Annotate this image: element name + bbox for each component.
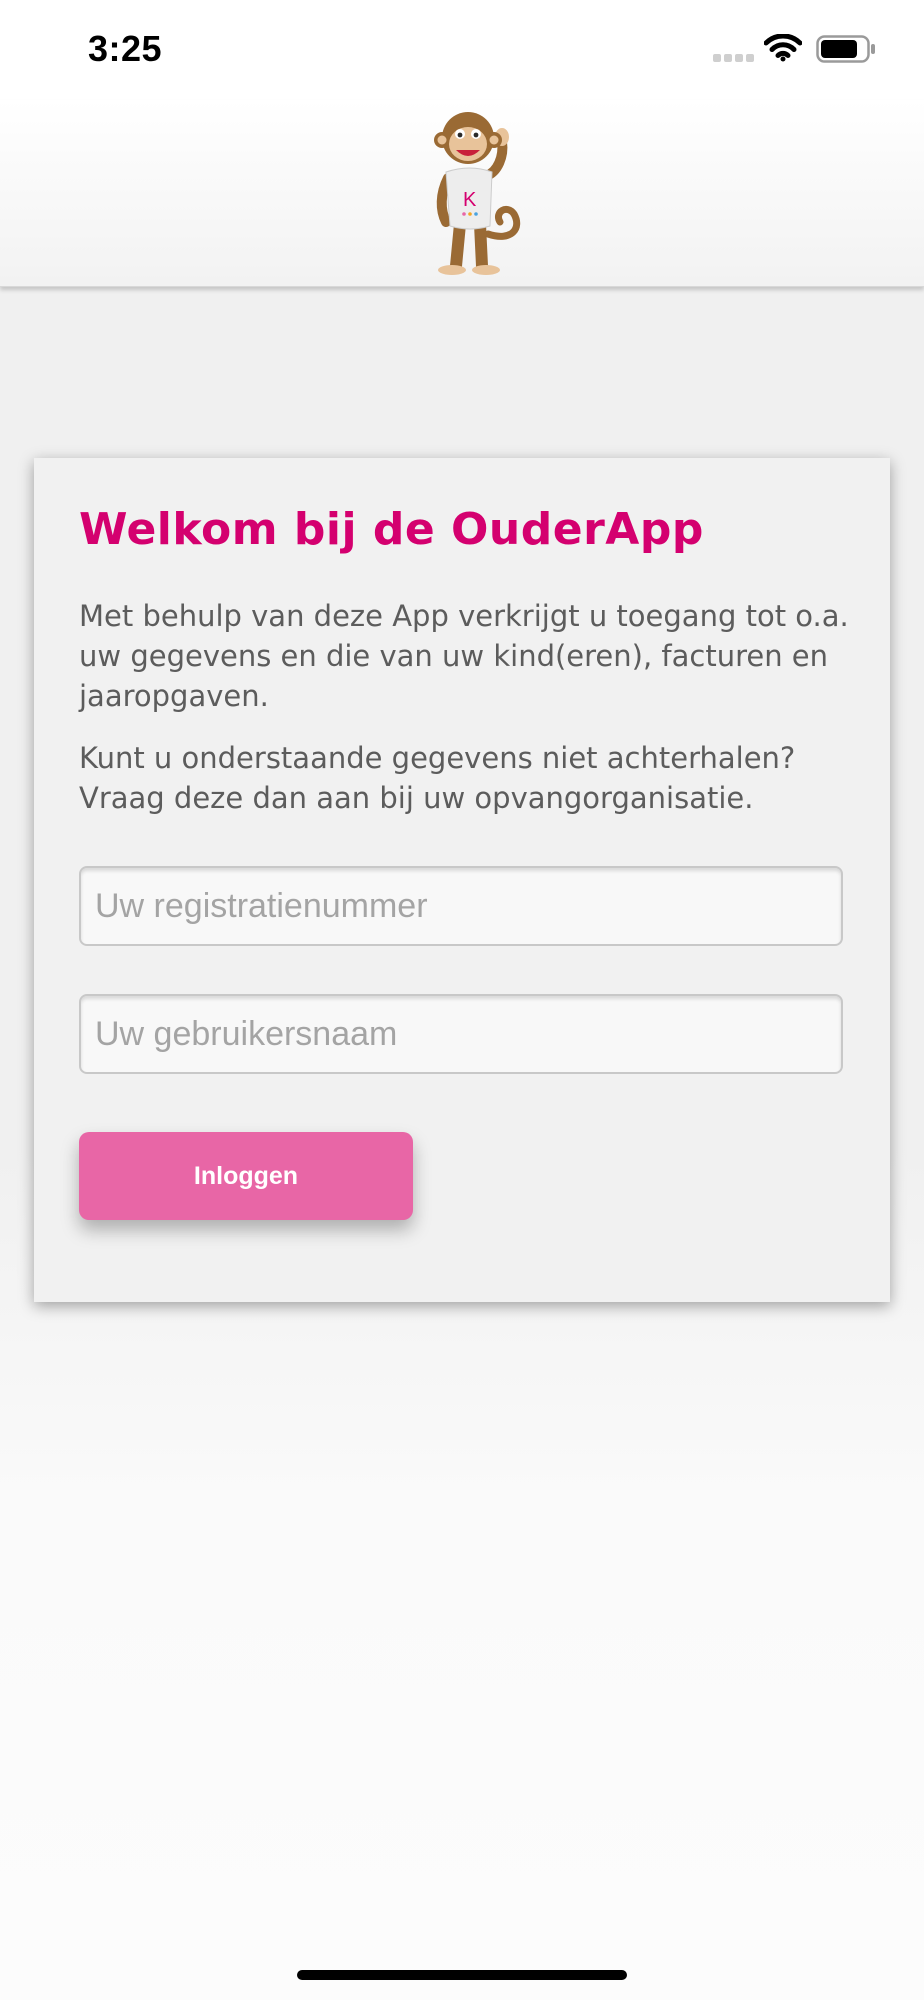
login-card: Welkom bij de OuderApp Met behulp van de…	[34, 458, 890, 1302]
username-input[interactable]	[79, 994, 843, 1074]
logo-shirt-letter: K	[463, 189, 477, 211]
status-bar: 3:25	[0, 0, 924, 100]
intro-text: Met behulp van deze App verkrijgt u toeg…	[79, 599, 849, 713]
app-header: K	[0, 100, 924, 287]
battery-icon	[816, 35, 875, 63]
cellular-signal-icon	[713, 54, 754, 62]
registration-number-input[interactable]	[79, 866, 843, 946]
login-button[interactable]: Inloggen	[79, 1132, 413, 1220]
wifi-icon	[764, 34, 802, 62]
monkey-mascot-logo: K	[434, 112, 521, 275]
home-indicator[interactable]	[297, 1970, 627, 1980]
page-title: Welkom bij de OuderApp	[79, 504, 704, 555]
status-time: 3:25	[88, 28, 163, 69]
help-text: Kunt u onderstaande gegevens niet achter…	[79, 741, 796, 815]
